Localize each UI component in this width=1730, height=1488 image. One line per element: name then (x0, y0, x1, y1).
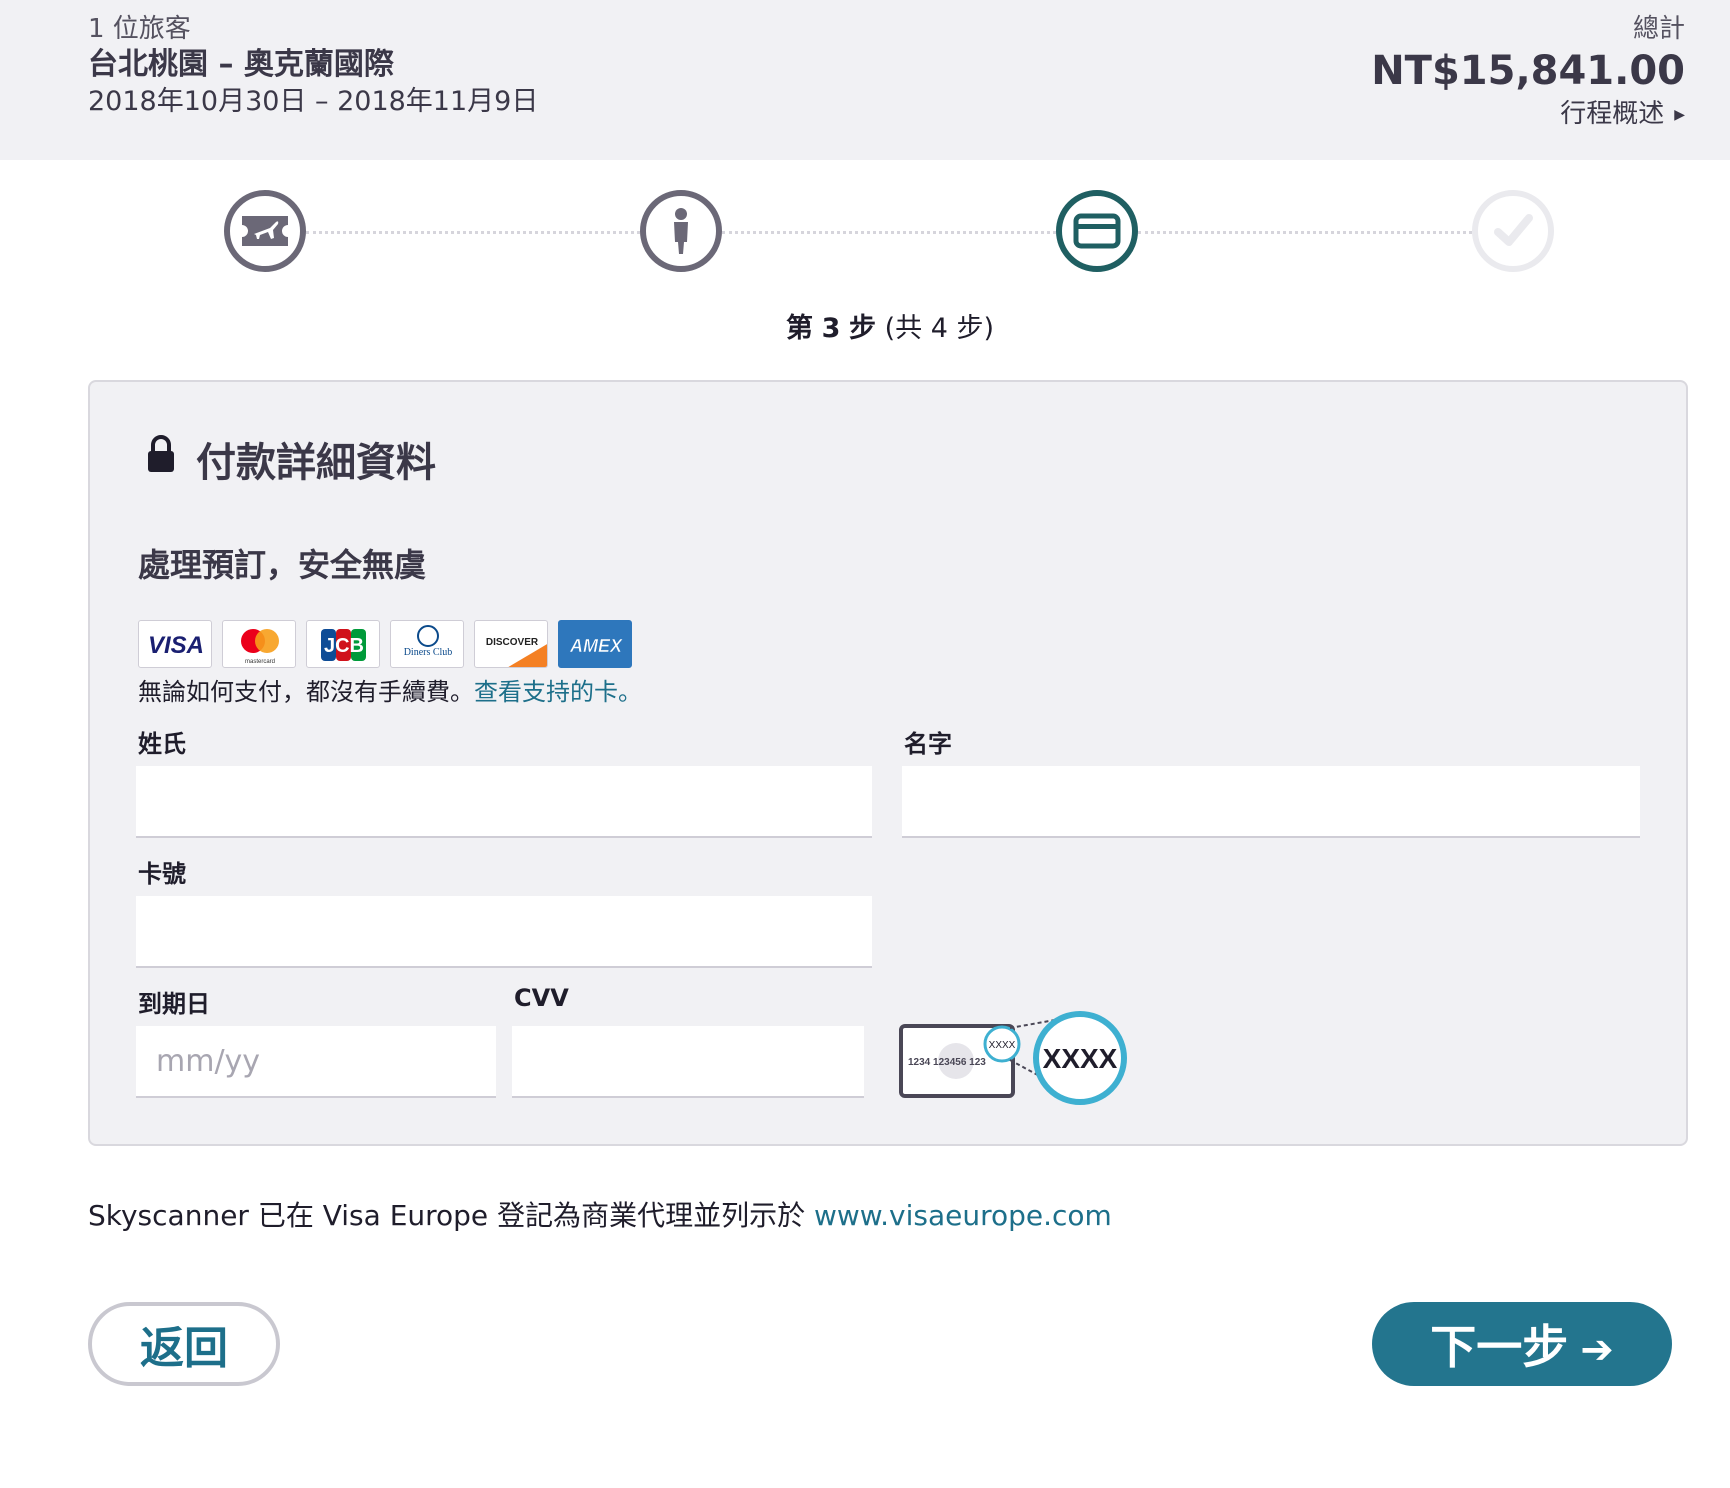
visa-europe-note: Skyscanner 已在 Visa Europe 登記為商業代理並列示於 ww… (88, 1194, 1112, 1234)
caret-right-icon: ▶ (1674, 106, 1685, 123)
step-word: 步 (848, 313, 876, 344)
no-fees-text: 無論如何支付，都沒有手續費。查看支持的卡。 (138, 674, 642, 710)
step-connector (722, 231, 1056, 234)
jcb-logo: JCB (306, 620, 380, 668)
mastercard-logo: mastercard (222, 620, 296, 668)
cvv-card-digits: 1234 123456 123 (908, 1057, 986, 1068)
visa-europe-link[interactable]: www.visaeurope.com (814, 1199, 1112, 1232)
expiry-label: 到期日 (138, 990, 210, 1018)
svg-text:VISA: VISA (148, 632, 204, 659)
step-prefix: 第 (786, 313, 813, 344)
progress-stepper (0, 190, 1730, 275)
amex-logo: AMEX (558, 620, 632, 668)
step-flight (224, 190, 306, 272)
step-payment (1056, 190, 1138, 272)
step-connector (1138, 231, 1472, 234)
total-price: NT$15,841.00 (1371, 48, 1685, 94)
cvv-big-label: XXXX (1043, 1043, 1118, 1074)
cvv-hint-illustration: 1234 123456 123 XXXX XXXX (898, 1010, 1148, 1114)
cvv-card-icon: 1234 123456 123 XXXX XXXX (899, 1011, 1127, 1105)
first-name-input[interactable] (902, 766, 1640, 838)
payment-title: 付款詳細資料 (146, 430, 436, 488)
checkmark-icon (1494, 214, 1533, 246)
supported-cards-link[interactable]: 查看支持的卡。 (474, 678, 642, 706)
first-name-label: 名字 (904, 730, 952, 758)
cvv-label: CVV (514, 984, 569, 1012)
card-number-label: 卡號 (138, 860, 186, 888)
diners-club-logo: Diners Club (390, 620, 464, 668)
expiry-input[interactable] (136, 1026, 496, 1098)
total-label: 總計 (1632, 14, 1685, 44)
trip-info: 1 位旅客 台北桃園 – 奧克蘭國際 2018年10月30日 – 2018年11… (88, 12, 538, 120)
step-current: 3 (821, 313, 841, 344)
card-number-input[interactable] (136, 896, 872, 968)
visa-logo: VISA (138, 620, 212, 668)
back-button[interactable]: 返回 (88, 1302, 280, 1386)
arrow-right-icon: ➔ (1580, 1327, 1614, 1373)
step-confirm (1472, 190, 1554, 272)
fees-message: 無論如何支付，都沒有手續費。 (138, 678, 474, 706)
credit-card-icon (1073, 213, 1121, 249)
step-total: (共 4 步) (884, 313, 994, 344)
svg-text:AMEX: AMEX (569, 636, 623, 656)
svg-text:mastercard: mastercard (245, 659, 275, 665)
step-connector (306, 231, 640, 234)
payment-details-panel: 付款詳細資料 處理預訂，安全無虞 VISA mastercard JCB Din… (88, 380, 1688, 1146)
secure-booking-text: 處理預訂，安全無虞 (138, 546, 427, 584)
card-logos: VISA mastercard JCB Diners Club DISCOVER… (138, 620, 642, 668)
step-traveller (640, 190, 722, 272)
svg-text:DISCOVER: DISCOVER (486, 637, 539, 648)
discover-logo: DISCOVER (474, 620, 548, 668)
trip-dates: 2018年10月30日 – 2018年11月9日 (88, 86, 539, 117)
cvv-small-label: XXXX (989, 1040, 1016, 1051)
payment-title-text: 付款詳細資料 (196, 440, 436, 486)
next-step-label: 下一步 (1430, 1320, 1569, 1374)
itinerary-summary-link[interactable]: 行程概述 ▶ (1371, 96, 1685, 133)
route-title: 台北桃園 – 奧克蘭國際 (88, 47, 394, 82)
price-summary: 總計 NT$15,841.00 行程概述 ▶ (1371, 12, 1685, 133)
last-name-input[interactable] (136, 766, 872, 838)
visa-note-text: Skyscanner 已在 Visa Europe 登記為商業代理並列示於 (88, 1199, 814, 1232)
step-indicator: 第 3 步 (共 4 步) (0, 306, 1730, 345)
next-step-button[interactable]: 下一步 ➔ (1372, 1302, 1672, 1386)
ticket-plane-icon (242, 216, 288, 246)
lock-icon (146, 434, 176, 484)
cvv-input[interactable] (512, 1026, 864, 1098)
traveller-count: 1 位旅客 (88, 14, 191, 44)
trip-header: 1 位旅客 台北桃園 – 奧克蘭國際 2018年10月30日 – 2018年11… (0, 0, 1730, 160)
svg-text:Diners Club: Diners Club (404, 647, 453, 658)
person-icon (674, 208, 688, 254)
itinerary-summary-label: 行程概述 (1560, 99, 1665, 129)
last-name-label: 姓氏 (138, 730, 186, 758)
svg-text:JCB: JCB (324, 635, 364, 657)
